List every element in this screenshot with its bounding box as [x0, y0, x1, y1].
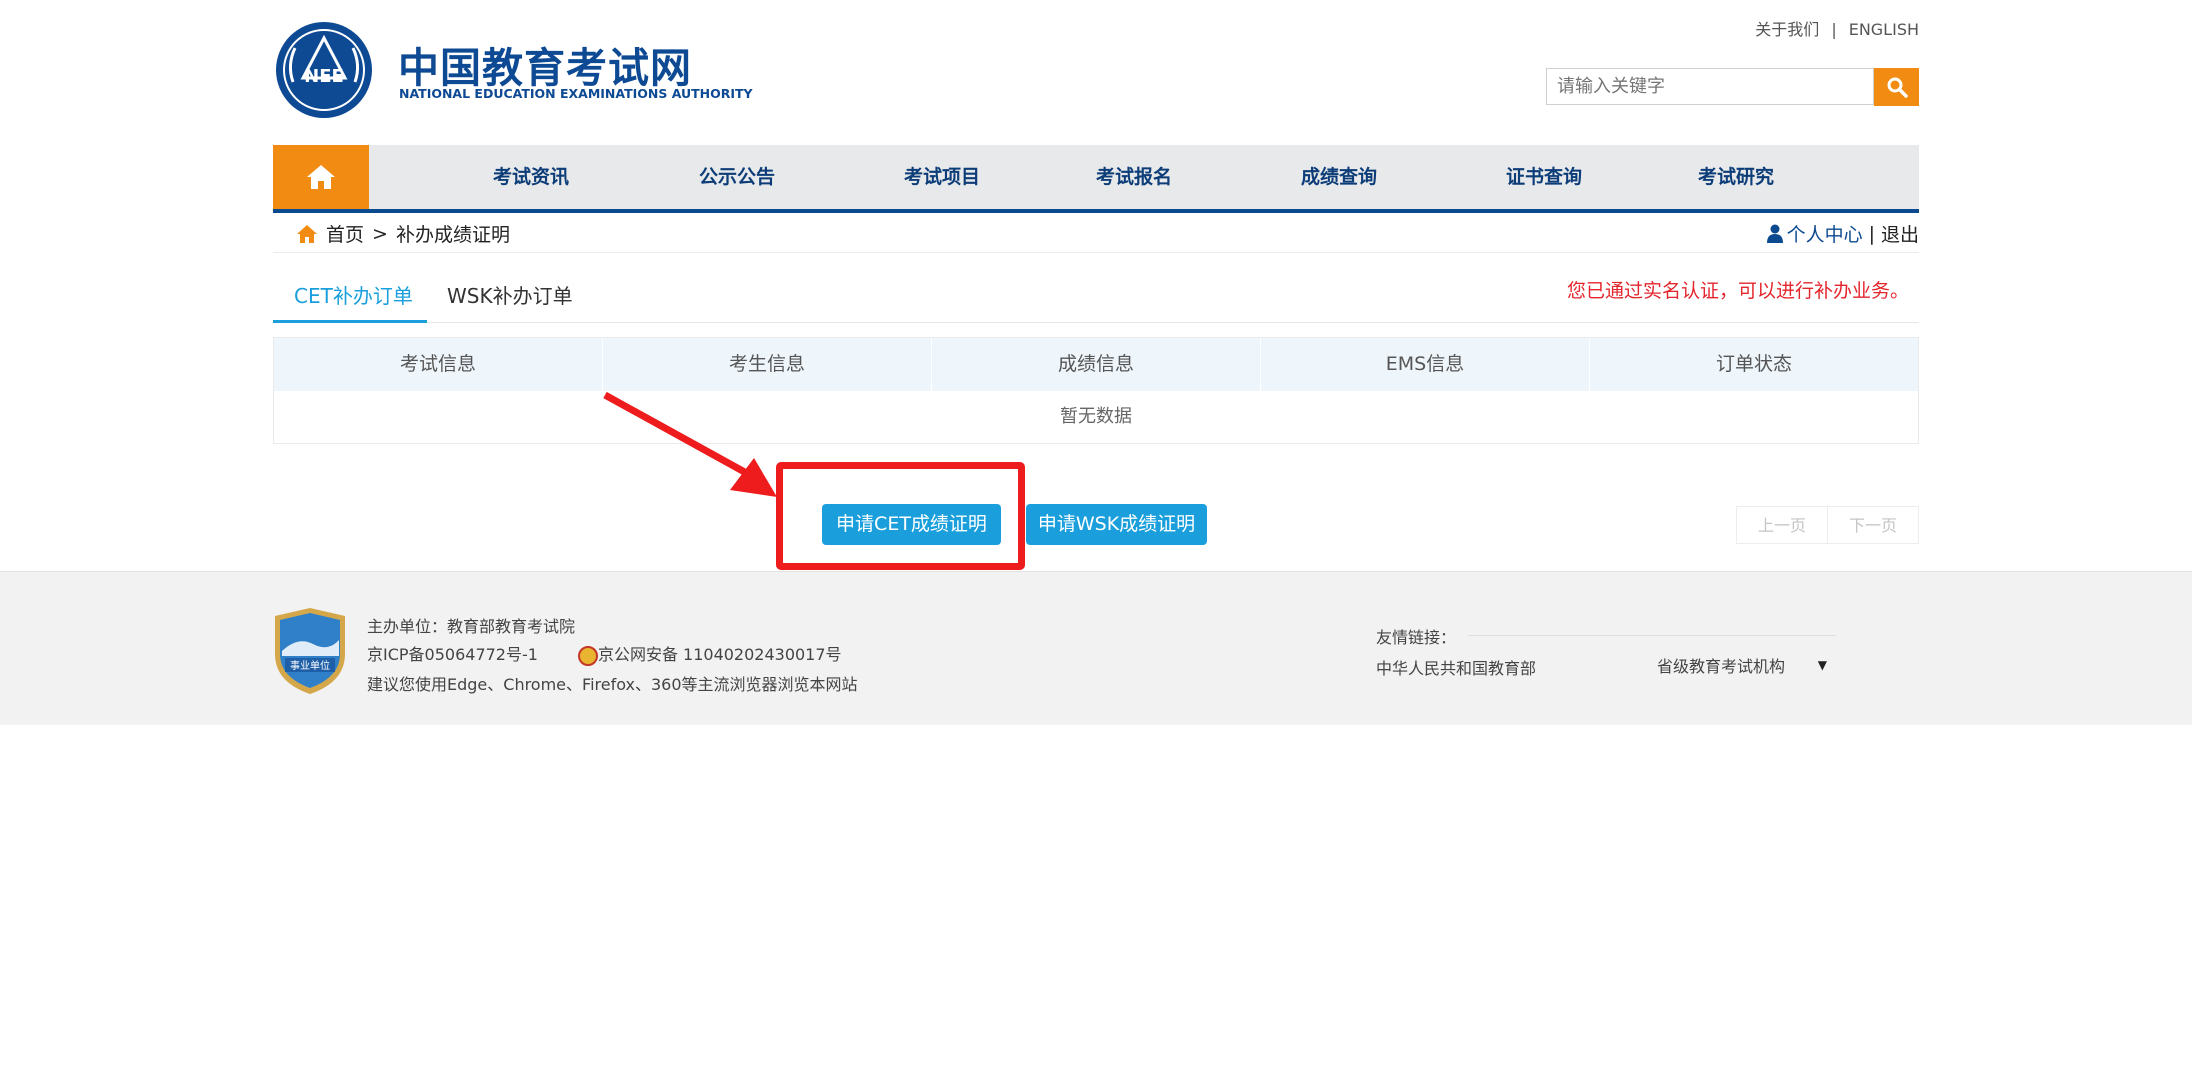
police-record-link[interactable]: 京公网安备 11040202430017号 [598, 645, 842, 664]
top-links-separator: | [1831, 20, 1837, 39]
user-links-separator: | [1868, 222, 1875, 245]
prev-page-button[interactable]: 上一页 [1736, 506, 1828, 544]
police-badge-icon [577, 645, 598, 666]
footer-organizer: 主办单位：教育部教育考试院 [367, 617, 576, 636]
verification-notice: 您已通过实名认证，可以进行补办业务。 [1566, 280, 1909, 302]
nav-item-registration[interactable]: 考试报名 [1096, 145, 1172, 209]
orders-table: 考试信息 考生信息 成绩信息 EMS信息 订单状态 暂无数据 [273, 337, 1919, 444]
column-header: 订单状态 [1715, 353, 1792, 375]
table-header: 考试信息 考生信息 成绩信息 EMS信息 订单状态 [274, 338, 1918, 391]
public-institution-badge[interactable]: 事业单位 [273, 606, 347, 696]
column-header: 成绩信息 [932, 338, 1261, 391]
breadcrumb-divider [273, 252, 1919, 253]
footer-registration: 京ICP备05064772号-1 京公网安备 11040202430017号 [367, 641, 842, 666]
friendly-links-title: 友情链接： [1376, 628, 1457, 647]
main-nav: 考试资讯 公示公告 考试项目 考试报名 成绩查询 证书查询 考试研究 [273, 145, 1919, 213]
nav-item-exam-projects[interactable]: 考试项目 [904, 145, 980, 209]
tabs-divider [273, 322, 1919, 323]
column-header: 考试信息 [274, 338, 603, 391]
user-links: 个人中心 | 退出 [1766, 220, 1919, 247]
svg-text:事业单位: 事业单位 [290, 659, 330, 672]
annotation-arrow [603, 391, 777, 497]
tab-wsk-orders[interactable]: WSK补办订单 [447, 280, 573, 309]
personal-center-link[interactable]: 个人中心 [1787, 220, 1863, 247]
page: NEE 中国教育考试网 NATIONAL EDUCATION EXAMINATI… [0, 0, 2192, 1080]
search-button[interactable] [1874, 68, 1919, 106]
home-icon [307, 165, 335, 189]
about-link[interactable]: 关于我们 [1755, 20, 1819, 39]
table-empty-message: 暂无数据 [1060, 406, 1132, 427]
breadcrumb-separator: > [372, 222, 388, 245]
active-tab-indicator [273, 320, 427, 323]
nav-item-exam-news[interactable]: 考试资讯 [493, 145, 569, 209]
nee-emblem-logo[interactable]: NEE [273, 20, 375, 120]
breadcrumb-current: 补办成绩证明 [395, 224, 510, 246]
site-name-en: NATIONAL EDUCATION EXAMINATIONS AUTHORIT… [399, 86, 753, 101]
search-icon [1887, 77, 1908, 98]
next-page-button[interactable]: 下一页 [1827, 506, 1919, 544]
provincial-exam-select[interactable]: 省级教育考试机构 ▼ [1657, 652, 1827, 678]
provincial-exam-select-label: 省级教育考试机构 [1657, 657, 1786, 676]
search-input[interactable] [1546, 68, 1874, 105]
column-header: 考生信息 [603, 338, 932, 391]
nav-item-announcements[interactable]: 公示公告 [699, 145, 775, 209]
apply-wsk-certificate-button[interactable]: 申请WSK成绩证明 [1026, 504, 1207, 545]
annotation-highlight-box [776, 462, 1025, 570]
tab-cet-orders[interactable]: CET补办订单 [294, 280, 413, 309]
site-name-cn: 中国教育考试网 [398, 44, 692, 92]
column-header: EMS信息 [1261, 338, 1590, 391]
chevron-down-icon: ▼ [1817, 658, 1827, 672]
icp-license-link[interactable]: 京ICP备05064772号-1 [367, 645, 538, 664]
top-links: 关于我们 | ENGLISH [1755, 16, 1919, 40]
footer-browser-tip: 建议您使用Edge、Chrome、Firefox、360等主流浏览器浏览本网站 [367, 675, 858, 694]
user-icon [1766, 224, 1783, 243]
svg-text:NEE: NEE [304, 66, 344, 87]
nav-home-button[interactable] [273, 145, 369, 209]
home-icon [297, 224, 317, 243]
english-link[interactable]: ENGLISH [1849, 20, 1919, 39]
nav-item-exam-research[interactable]: 考试研究 [1698, 145, 1774, 209]
breadcrumb-home-link[interactable]: 首页 [326, 220, 364, 247]
logout-link[interactable]: 退出 [1881, 220, 1919, 247]
breadcrumb: 首页 > 补办成绩证明 [296, 220, 510, 247]
moe-link[interactable]: 中华人民共和国教育部 [1376, 655, 1536, 679]
friendly-links-divider [1468, 635, 1836, 636]
nav-item-score-query[interactable]: 成绩查询 [1301, 145, 1377, 209]
nav-item-certificate-query[interactable]: 证书查询 [1506, 145, 1582, 209]
